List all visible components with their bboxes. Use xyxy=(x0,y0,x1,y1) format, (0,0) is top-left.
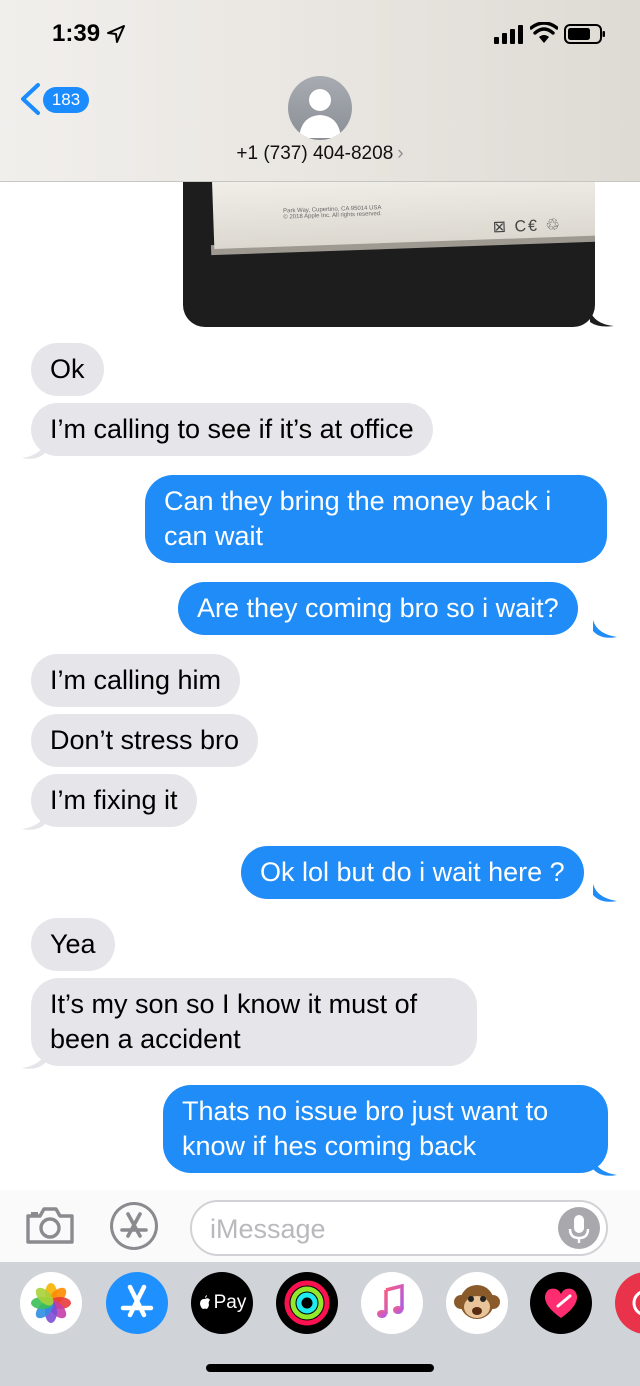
music-app-icon[interactable] xyxy=(361,1272,423,1334)
digital-touch-app-icon[interactable] xyxy=(530,1272,592,1334)
incoming-message[interactable]: Don’t stress bro xyxy=(31,714,259,767)
battery-icon xyxy=(564,24,605,44)
bubble-tail-icon xyxy=(593,884,617,902)
animoji-app-icon[interactable] xyxy=(446,1272,508,1334)
app-store-app-icon[interactable] xyxy=(106,1272,168,1334)
outgoing-message[interactable]: Are they coming bro so i wait? xyxy=(178,582,578,635)
apple-logo-icon xyxy=(199,1295,210,1309)
messages-screen: Park Way, Cupertino, CA 95014 USA © 2018… xyxy=(0,0,640,1386)
microphone-glyph-icon xyxy=(568,1215,590,1243)
activity-rings-icon xyxy=(284,1280,330,1326)
photo-certification-marks: ⊠ C€ ♲ xyxy=(492,216,563,237)
compose-bar xyxy=(0,1190,640,1266)
status-bar: 1:39 xyxy=(0,0,640,70)
contact-avatar[interactable] xyxy=(288,76,352,140)
unread-count-badge[interactable]: 183 xyxy=(43,87,89,113)
wifi-icon xyxy=(530,22,558,43)
person-silhouette-icon xyxy=(299,89,341,138)
search-app-icon[interactable] xyxy=(615,1272,640,1334)
monkey-face-icon xyxy=(454,1285,500,1319)
music-note-icon xyxy=(377,1283,404,1318)
app-store-icon[interactable] xyxy=(108,1200,160,1252)
incoming-message[interactable]: I’m fixing it xyxy=(31,774,197,827)
incoming-message[interactable]: I’m calling to see if it’s at office xyxy=(31,403,433,456)
photos-flower-icon xyxy=(31,1283,71,1323)
incoming-message[interactable]: Yea xyxy=(31,918,115,971)
camera-icon[interactable] xyxy=(24,1204,76,1246)
photo-fineprint: Park Way, Cupertino, CA 95014 USA © 2018… xyxy=(283,205,382,221)
heart-icon xyxy=(544,1288,578,1318)
location-arrow-icon xyxy=(107,25,125,43)
bubble-tail-icon xyxy=(22,441,46,459)
app-store-glyph-icon xyxy=(120,1284,154,1318)
microphone-icon[interactable] xyxy=(558,1207,600,1249)
home-indicator[interactable] xyxy=(206,1364,434,1372)
activity-app-icon[interactable] xyxy=(276,1272,338,1334)
bubble-tail-icon xyxy=(22,812,46,830)
message-input[interactable] xyxy=(210,1212,550,1246)
outgoing-message[interactable]: Can they bring the money back i can wait xyxy=(145,475,607,563)
back-chevron-icon[interactable] xyxy=(18,82,42,116)
contact-name: +1 (737) 404-8208 xyxy=(236,143,394,164)
bubble-tail-icon xyxy=(22,1051,46,1069)
incoming-message[interactable]: Ok xyxy=(31,343,104,396)
apple-pay-label: Pay xyxy=(213,1292,247,1313)
bubble-tail-icon xyxy=(593,1158,617,1176)
incoming-message[interactable]: I’m calling him xyxy=(31,654,241,707)
bubble-tail-icon xyxy=(593,620,617,638)
contact-name-button[interactable]: +1 (737) 404-8208 › xyxy=(0,143,640,165)
incoming-message[interactable]: It’s my son so I know it must of been a … xyxy=(31,978,477,1066)
outgoing-message[interactable]: Ok lol but do i wait here ? xyxy=(241,846,584,899)
photos-app-icon[interactable] xyxy=(20,1272,82,1334)
cellular-signal-icon xyxy=(494,25,523,44)
conversation-header: 1:39 183 +1 (737) 404-8208 › xyxy=(0,0,640,182)
apple-pay-app-icon[interactable]: Pay xyxy=(191,1272,253,1334)
outgoing-message[interactable]: Thats no issue bro just want to know if … xyxy=(163,1085,608,1173)
chevron-right-icon: › xyxy=(397,143,404,164)
message-input-field[interactable] xyxy=(190,1200,608,1256)
status-time: 1:39 xyxy=(52,20,101,47)
search-globe-icon xyxy=(632,1290,640,1316)
bubble-tail-icon xyxy=(590,310,614,327)
